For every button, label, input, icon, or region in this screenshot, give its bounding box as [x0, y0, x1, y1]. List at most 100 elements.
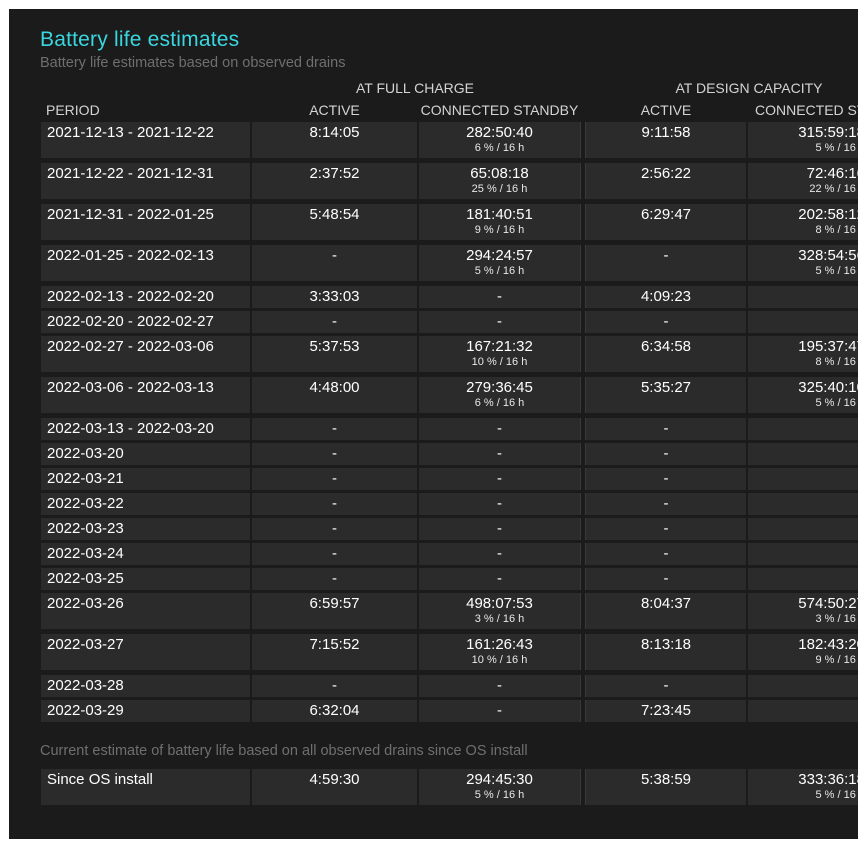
cell-active-full-value: 8:14:05: [309, 124, 360, 141]
cell-standby-design: -: [748, 700, 858, 722]
cell-standby-design: -: [748, 311, 858, 333]
group-separator: [580, 377, 586, 413]
cell-standby-full: -: [419, 518, 580, 540]
cell-standby-full-value: -: [497, 545, 502, 562]
cell-active-design-value: -: [663, 313, 669, 330]
cell-standby-full-value: 498:07:53: [466, 595, 533, 612]
cell-active-design-value: -: [663, 545, 669, 562]
cell-active-full: -: [252, 493, 417, 515]
cell-active-full: 4:59:30: [252, 769, 417, 805]
cell-standby-design-value: 325:40:10: [798, 379, 858, 396]
cell-standby-design-value: -: [748, 543, 858, 563]
cell-period-value: 2022-03-29: [47, 702, 124, 719]
group-separator: [580, 122, 586, 158]
cell-active-full-value: 2:37:52: [309, 165, 360, 182]
cell-period: Since OS install: [41, 769, 250, 805]
cell-standby-full-drain: 6 % / 16 h: [474, 142, 525, 154]
cell-standby-full-drain: 10 % / 16 h: [471, 654, 528, 666]
cell-period-value: 2022-03-27: [47, 636, 124, 653]
cell-active-full: -: [252, 568, 417, 590]
cell-period: 2022-03-20: [41, 443, 250, 465]
cell-standby-full-value: -: [497, 288, 502, 305]
cell-active-full: 8:14:05: [252, 122, 417, 158]
cell-period-value: 2021-12-22 - 2021-12-31: [47, 165, 214, 182]
cell-standby-full-value: -: [497, 470, 502, 487]
cell-period: 2022-03-13 - 2022-03-20: [41, 418, 250, 440]
cell-active-design-value: 9:11:58: [641, 124, 691, 141]
group-separator: [580, 468, 586, 490]
group-header-design-capacity: AT DESIGN CAPACITY: [675, 80, 823, 96]
cell-active-design-value: -: [663, 570, 669, 587]
cell-standby-full-value: 65:08:18: [470, 165, 529, 182]
cell-period: 2022-03-27: [41, 634, 250, 670]
cell-standby-design: -: [748, 443, 858, 465]
cell-standby-design: -: [748, 286, 858, 308]
cell-standby-full: -: [419, 286, 580, 308]
cell-active-full-value: -: [332, 420, 337, 437]
cell-standby-full: -: [419, 700, 580, 722]
group-separator: [580, 518, 586, 540]
cell-period: 2022-03-25: [41, 568, 250, 590]
cell-standby-design-drain: 8 % / 16 h: [815, 356, 858, 368]
cell-period: 2021-12-31 - 2022-01-25: [41, 204, 250, 240]
cell-active-full-value: 4:59:30: [309, 771, 360, 788]
cell-standby-design: -: [748, 568, 858, 590]
cell-period-value: 2022-03-25: [47, 570, 124, 587]
cell-standby-design-value: -: [748, 443, 858, 463]
cell-period-value: 2022-03-24: [47, 545, 124, 562]
cell-active-design: 8:04:37: [586, 593, 746, 629]
cell-period: 2022-03-29: [41, 700, 250, 722]
cell-standby-design: 325:40:105 % / 16 h: [748, 377, 858, 413]
cell-standby-design: 333:36:185 % / 16 h: [748, 769, 858, 805]
group-separator: [580, 593, 586, 629]
cell-active-design-value: 7:23:45: [640, 702, 692, 719]
cell-period-value: 2022-02-20 - 2022-02-27: [47, 313, 214, 330]
cell-standby-design-value: -: [748, 700, 858, 720]
cell-standby-design: 315:59:185 % / 16 h: [748, 122, 858, 158]
cell-standby-design: -: [748, 675, 858, 697]
cell-standby-full-value: -: [497, 520, 502, 537]
cell-standby-design-value: 202:58:12: [798, 206, 858, 223]
cell-active-full: -: [252, 675, 417, 697]
cell-standby-full-value: -: [497, 495, 502, 512]
summary-note: Current estimate of battery life based o…: [40, 743, 528, 759]
cell-active-design: 4:09:23: [586, 286, 746, 308]
cell-standby-design: -: [748, 418, 858, 440]
cell-standby-design-value: -: [748, 468, 858, 488]
group-separator: [580, 204, 586, 240]
cell-standby-design: 195:37:478 % / 16 h: [748, 336, 858, 372]
cell-active-full-value: -: [332, 470, 337, 487]
group-separator: [580, 543, 586, 565]
cell-standby-design-value: -: [748, 311, 858, 331]
cell-active-full-value: 3:33:03: [309, 288, 360, 305]
column-header-connected-standby-design: CONNECTED STA: [755, 102, 858, 118]
cell-active-full: -: [252, 311, 417, 333]
cell-active-full: 6:59:57: [252, 593, 417, 629]
group-separator: [580, 568, 586, 590]
column-header-active-design: ACTIVE: [640, 102, 692, 118]
column-header-period: PERIOD: [46, 102, 100, 118]
cell-active-design-value: 5:35:27: [640, 379, 692, 396]
group-separator: [580, 245, 586, 281]
cell-active-design: -: [586, 493, 746, 515]
cell-standby-full-drain: 25 % / 16 h: [471, 183, 528, 195]
cell-active-design: -: [586, 443, 746, 465]
cell-active-full: -: [252, 443, 417, 465]
cell-standby-design: 574:50:273 % / 16 h: [748, 593, 858, 629]
cell-standby-full-value: -: [497, 313, 502, 330]
cell-standby-full-value: 294:45:30: [466, 771, 533, 788]
cell-period: 2022-03-22: [41, 493, 250, 515]
cell-standby-full-value: -: [497, 702, 502, 719]
cell-active-full: 2:37:52: [252, 163, 417, 199]
cell-active-full-value: -: [332, 495, 337, 512]
cell-active-design: -: [586, 468, 746, 490]
cell-active-full-value: -: [332, 520, 337, 537]
cell-standby-design: -: [748, 468, 858, 490]
cell-active-full-value: 6:32:04: [309, 702, 360, 719]
cell-standby-full: 279:36:45 6 % / 16 h: [419, 377, 580, 413]
cell-standby-design-drain: 5 % / 16 h: [815, 265, 858, 277]
cell-active-design-value: -: [663, 470, 669, 487]
cell-period: 2021-12-13 - 2021-12-22: [41, 122, 250, 158]
cell-standby-full: -: [419, 493, 580, 515]
cell-standby-design: -: [748, 543, 858, 565]
